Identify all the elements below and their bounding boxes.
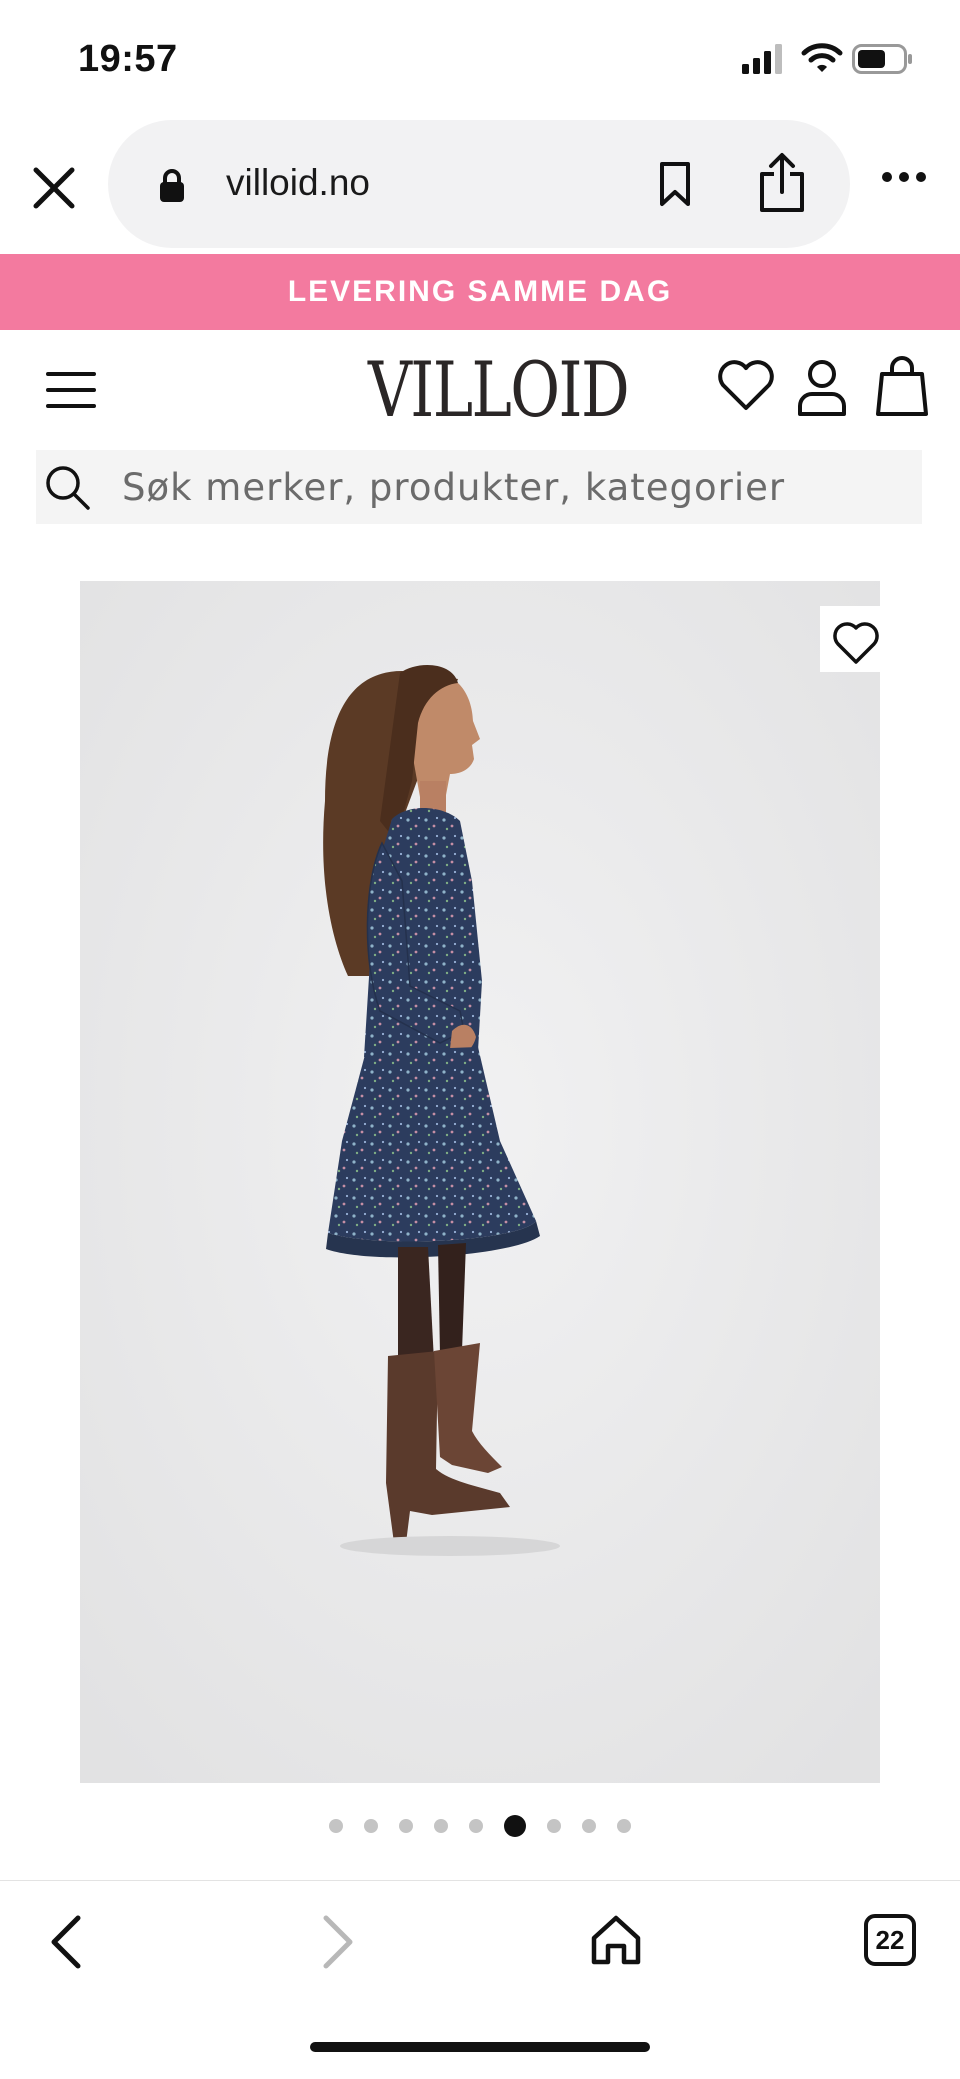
address-bar[interactable] [108, 120, 850, 248]
home-icon[interactable] [588, 1912, 644, 1968]
more-icon[interactable] [880, 170, 928, 184]
carousel-dot-active[interactable] [504, 1815, 526, 1837]
search-icon[interactable] [42, 462, 92, 512]
bookmark-icon[interactable] [655, 160, 695, 208]
chevron-left-icon[interactable] [46, 1912, 86, 1972]
carousel-dot[interactable] [547, 1819, 561, 1833]
chevron-right-icon[interactable] [318, 1912, 358, 1972]
heart-icon[interactable] [716, 358, 776, 414]
cellular-signal-icon [742, 44, 782, 74]
home-indicator[interactable] [310, 2042, 650, 2052]
search-input[interactable] [122, 456, 902, 518]
product-favorite-button[interactable] [820, 606, 880, 672]
promo-text: LEVERING SAMME DAG [287, 275, 673, 308]
lock-icon [160, 169, 184, 202]
shopping-bag-icon[interactable] [874, 354, 930, 418]
carousel-dot[interactable] [364, 1819, 378, 1833]
share-icon[interactable] [756, 152, 808, 214]
carousel-dot[interactable] [617, 1819, 631, 1833]
promo-banner[interactable]: LEVERING SAMME DAG [0, 254, 960, 330]
image-carousel-indicator[interactable] [0, 1814, 960, 1838]
product-photo [80, 581, 880, 1783]
site-logo[interactable]: VILLOID [368, 345, 630, 434]
carousel-dot[interactable] [399, 1819, 413, 1833]
carousel-dot[interactable] [469, 1819, 483, 1833]
url-text[interactable]: villoid.no [226, 162, 370, 204]
carousel-dot[interactable] [434, 1819, 448, 1833]
carousel-dot[interactable] [582, 1819, 596, 1833]
close-icon[interactable] [26, 160, 82, 216]
tabs-button[interactable]: 22 [864, 1914, 916, 1966]
product-image[interactable] [80, 581, 880, 1783]
heart-icon [833, 622, 879, 664]
carousel-dot[interactable] [329, 1819, 343, 1833]
status-time: 19:57 [78, 38, 178, 80]
hamburger-menu-icon[interactable] [46, 370, 96, 410]
battery-icon [852, 44, 912, 74]
wifi-icon [801, 43, 843, 72]
user-icon[interactable] [796, 358, 848, 418]
